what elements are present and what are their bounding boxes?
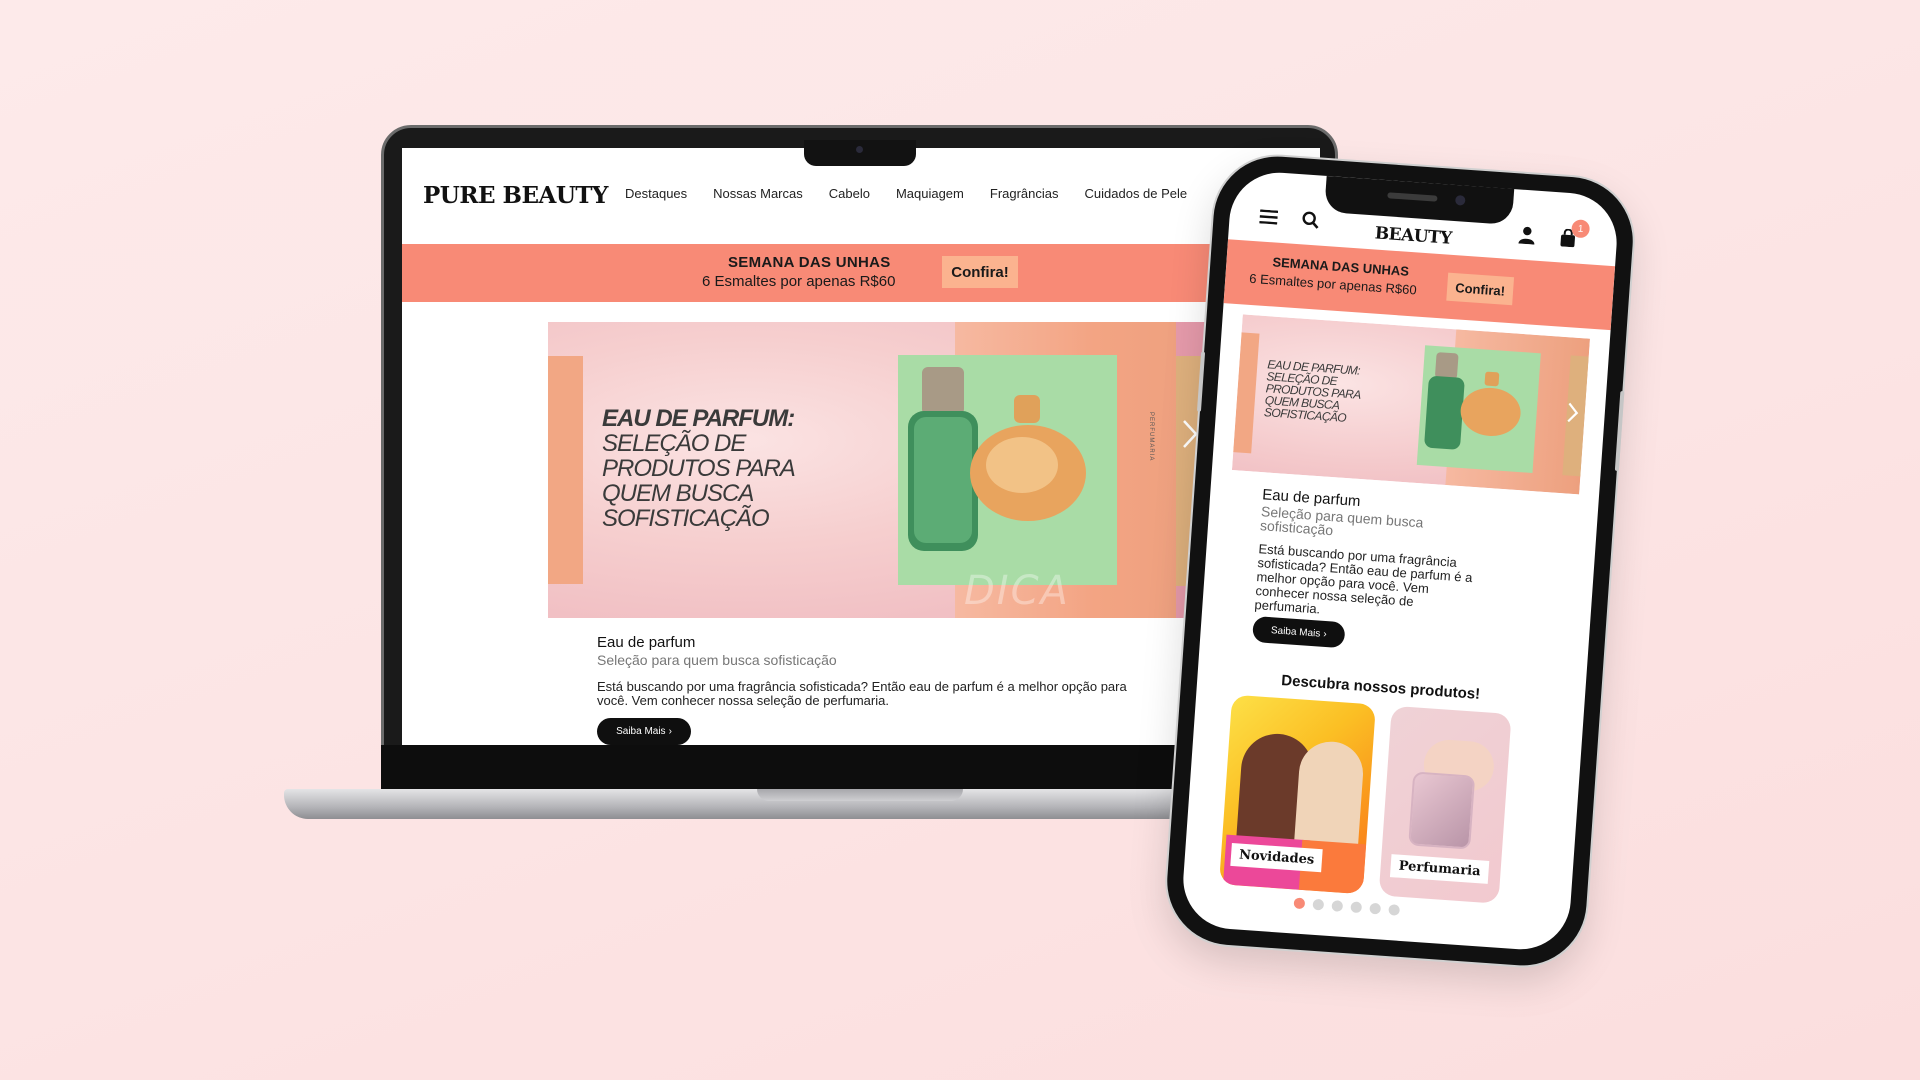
banner-stripe: [548, 356, 583, 584]
chevron-right-icon: ›: [1322, 628, 1328, 640]
article-title: Eau de parfum: [597, 634, 696, 651]
article-subtitle: Seleção para quem busca sofisticação: [597, 652, 837, 668]
nav-item-cuidados-de-pele[interactable]: Cuidados de Pele: [1085, 186, 1188, 201]
carousel-dots: [1293, 897, 1401, 916]
search-icon[interactable]: [1301, 210, 1320, 229]
carousel-dot[interactable]: [1293, 897, 1306, 910]
promo-subtitle: 6 Esmaltes por apenas R$60: [702, 273, 896, 290]
saiba-mais-button[interactable]: Saiba Mais ›: [1251, 615, 1346, 649]
category-card-novidades[interactable]: Novidades: [1219, 694, 1376, 895]
category-card-perfumaria[interactable]: Perfumaria: [1378, 705, 1512, 904]
promo-title: SEMANA DAS UNHAS: [728, 254, 891, 271]
banner-vertical-label: PERFUMARIA: [1148, 412, 1154, 462]
phone-device: BEAUTY 1 SEMANA DAS UNHAS 6 Esmaltes por…: [1162, 152, 1638, 970]
camera-icon: [856, 146, 863, 153]
nav-item-maquiagem[interactable]: Maquiagem: [896, 186, 964, 201]
cart-count-badge: 1: [1571, 219, 1591, 239]
main-nav: Destaques Nossas Marcas Cabelo Maquiagem…: [625, 186, 1187, 201]
chevron-right-icon[interactable]: [1566, 401, 1580, 424]
banner-headline-line: QUEM BUSCA: [602, 480, 754, 507]
banner-headline-line: EAU DE PARFUM:: [602, 405, 795, 432]
banner-headline-line: PRODUTOS PARA: [602, 455, 796, 482]
laptop-notch: [804, 140, 916, 166]
saiba-mais-label: Saiba Mais: [616, 726, 666, 737]
perfume-bottle-image: [1408, 771, 1476, 850]
chevron-right-icon: ›: [668, 726, 672, 737]
section-title: Descubra nossos produtos!: [1280, 672, 1481, 703]
carousel-dot[interactable]: [1388, 904, 1401, 916]
promo-bar: SEMANA DAS UNHAS 6 Esmaltes por apenas R…: [402, 244, 1320, 302]
article-subtitle: Seleção para quem busca sofisticação: [1259, 503, 1424, 539]
banner-headline-line: SOFISTICAÇÃO: [602, 505, 770, 532]
carousel-dot[interactable]: [1312, 898, 1325, 911]
carousel-dot[interactable]: [1350, 901, 1363, 914]
category-card-label: Perfumaria: [1389, 854, 1490, 884]
promo-cta-button[interactable]: Confira!: [942, 256, 1018, 288]
perfume-bottles-illustration: [1424, 352, 1521, 450]
nav-item-fragrancias[interactable]: Fragrâncias: [990, 186, 1059, 201]
nav-item-nossas-marcas[interactable]: Nossas Marcas: [713, 186, 803, 201]
product-image: [1416, 345, 1541, 474]
banner-headline: EAU DE PARFUM: SELEÇÃO DE PRODUTOS PARA …: [602, 405, 796, 532]
promo-cta-button[interactable]: Confira!: [1446, 272, 1515, 306]
brand-logo[interactable]: PURE BEAUTY: [423, 182, 608, 209]
perfume-bottles-illustration: [908, 367, 1086, 551]
camera-icon: [1454, 194, 1466, 206]
banner-headline: EAU DE PARFUM: SELEÇÃO DE PRODUTOS PARA …: [1264, 357, 1363, 425]
article-description: Está buscando por uma fragrância sofisti…: [597, 679, 1127, 708]
banner-headline-line: SELEÇÃO DE: [602, 430, 746, 457]
laptop-trackpad-groove: [757, 789, 963, 801]
carousel-dot[interactable]: [1369, 902, 1382, 915]
menu-icon[interactable]: [1259, 209, 1279, 225]
brand-logo[interactable]: BEAUTY: [1374, 223, 1452, 248]
nav-item-destaques[interactable]: Destaques: [625, 186, 687, 201]
speaker-icon: [1387, 192, 1438, 202]
nav-item-cabelo[interactable]: Cabelo: [829, 186, 870, 201]
chevron-right-icon[interactable]: [1182, 419, 1198, 449]
saiba-mais-label: Saiba Mais: [1270, 624, 1321, 640]
saiba-mais-button[interactable]: Saiba Mais ›: [597, 718, 691, 745]
model-image: [1293, 739, 1366, 854]
hero-banner[interactable]: EAU DE PARFUM: SELEÇÃO DE PRODUTOS PARA …: [1231, 314, 1590, 495]
hero-banner[interactable]: PERFUMARIA EAU DE PARFUM: SELEÇÃO DE PRO…: [548, 322, 1208, 618]
user-icon[interactable]: [1518, 226, 1535, 245]
banner-watermark: DICA: [964, 568, 1070, 614]
product-image: [898, 355, 1117, 585]
phone-screen: BEAUTY 1 SEMANA DAS UNHAS 6 Esmaltes por…: [1180, 169, 1620, 953]
article-description: Está buscando por uma fragrância sofisti…: [1254, 541, 1473, 617]
carousel-dot[interactable]: [1331, 900, 1344, 912]
